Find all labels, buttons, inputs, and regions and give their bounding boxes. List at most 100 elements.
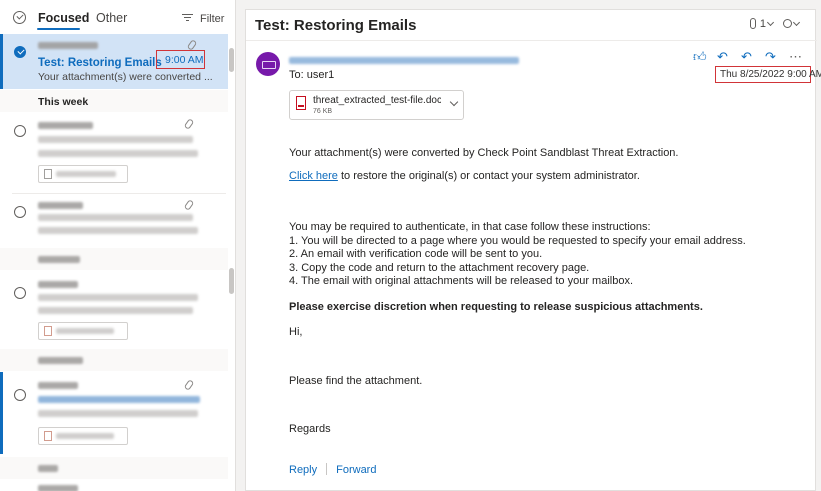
body-line-authenticate: You may be required to authenticate, in … (289, 221, 651, 233)
attachment-chip[interactable] (38, 165, 128, 183)
sender-name-redacted (38, 42, 98, 49)
preview-redacted (38, 227, 198, 234)
chevron-down-icon[interactable] (766, 18, 775, 27)
paperclip-icon (183, 118, 195, 130)
tab-focused-underline (37, 28, 80, 30)
to-line: To: user1 (289, 69, 334, 81)
list-item[interactable] (0, 196, 228, 246)
list-scrollbar-thumb[interactable] (229, 48, 234, 72)
preview-redacted (38, 410, 198, 417)
message-actions: 👍︎ ↶ ↶ ↷ ⋯ (693, 50, 803, 64)
to-label: To: (289, 69, 304, 81)
body-regards: Regards (289, 423, 331, 435)
tab-focused[interactable]: Focused (38, 11, 89, 25)
group-last-week (0, 248, 228, 270)
select-all-icon[interactable] (13, 11, 26, 24)
list-item[interactable] (0, 479, 228, 491)
subject-redacted (38, 214, 193, 221)
more-options-icon[interactable]: ⋯ (789, 50, 802, 64)
filter-icon[interactable] (182, 14, 193, 22)
body-step-4: 4. The email with original attachments w… (289, 275, 634, 287)
subject-redacted (38, 396, 200, 403)
document-icon (44, 431, 52, 441)
body-warning: Please exercise discretion when requesti… (289, 301, 703, 313)
sender-name-redacted (38, 122, 93, 129)
document-icon (44, 169, 52, 179)
page-title: Test: Restoring Emails (255, 17, 417, 34)
click-here-link[interactable]: Click here (289, 170, 338, 182)
body-step-3: 3. Copy the code and return to the attac… (289, 262, 590, 274)
zoom-icon[interactable] (783, 19, 792, 28)
body-line-converted: Your attachment(s) were converted by Che… (289, 147, 679, 159)
paperclip-icon (183, 199, 195, 211)
date-highlight-box: Thu 8/25/2022 9:00 AM (715, 66, 821, 83)
message-list: Focused Other Filter Test: Restoring Ema… (0, 0, 236, 491)
attachment-card[interactable]: threat_extracted_test-file.doc... 76 KB (289, 90, 464, 120)
attachment-name-redacted (56, 171, 116, 177)
select-circle-icon[interactable] (14, 389, 26, 401)
body-line-restore-rest: to restore the original(s) or contact yo… (337, 170, 640, 182)
document-icon (44, 326, 52, 336)
paperclip-icon (183, 379, 195, 391)
attachment-count: 1 (759, 18, 766, 30)
filter-button[interactable]: Filter (200, 13, 224, 25)
group-this-week: This week (0, 90, 228, 112)
body-find-attachment: Please find the attachment. (289, 375, 423, 387)
reply-button[interactable]: Reply (289, 464, 317, 476)
attachment-chip[interactable] (38, 427, 128, 445)
select-circle-icon[interactable] (14, 125, 26, 137)
to-recipient[interactable]: user1 (307, 69, 335, 81)
selected-check-icon[interactable] (14, 46, 26, 58)
body-greeting: Hi, (289, 326, 303, 338)
title-divider (246, 40, 817, 41)
zoom-chevron-down-icon[interactable] (792, 18, 801, 27)
select-circle-icon[interactable] (14, 206, 26, 218)
attachment-size: 76 KB (313, 108, 333, 115)
group-last-month (0, 349, 228, 371)
forward-icon[interactable]: ↷ (765, 50, 776, 64)
group-label-redacted (38, 256, 80, 263)
sender-name-redacted (38, 485, 78, 491)
forward-button[interactable]: Forward (336, 464, 376, 476)
title-toolbar: 1 (749, 18, 803, 34)
reply-icon[interactable]: ↶ (717, 50, 728, 64)
subject-redacted (38, 136, 193, 143)
like-icon[interactable]: 👍︎ (693, 50, 707, 64)
subject-redacted (38, 294, 198, 301)
attachment-name-redacted (56, 328, 114, 334)
list-divider (12, 193, 226, 194)
attachment-name: threat_extracted_test-file.doc... (313, 95, 441, 106)
sender-name-redacted (38, 202, 83, 209)
sender-name-redacted (38, 281, 78, 288)
attachment-count-icon[interactable] (749, 18, 756, 29)
selected-message-subject: Test: Restoring Emails (38, 57, 162, 69)
group-older (0, 457, 228, 479)
list-item[interactable] (0, 113, 228, 191)
outlook-window: Focused Other Filter Test: Restoring Ema… (0, 0, 821, 491)
body-line-restore: Click here to restore the original(s) or… (289, 170, 640, 182)
sender-name-redacted (38, 382, 78, 389)
reply-links: Reply Forward (289, 463, 376, 476)
reading-pane: Test: Restoring Emails 1 To: user1 👍︎ ↶ … (245, 9, 821, 491)
group-label-redacted (38, 357, 83, 364)
list-scrollbar-thumb-2[interactable] (229, 268, 234, 294)
list-item-unread[interactable] (0, 372, 228, 454)
preview-redacted (38, 307, 193, 314)
attachment-chevron-down-icon[interactable] (449, 97, 459, 107)
tab-other[interactable]: Other (96, 11, 127, 25)
avatar[interactable] (256, 52, 280, 76)
list-item[interactable] (0, 271, 228, 346)
selected-message-preview: Your attachment(s) were converted ... (38, 71, 213, 83)
pdf-file-icon (296, 96, 306, 110)
selected-message-time: 9:00 AM (165, 54, 204, 66)
group-label-redacted (38, 465, 58, 472)
sender-redacted (289, 57, 519, 64)
select-circle-icon[interactable] (14, 287, 26, 299)
body-step-1: 1. You will be directed to a page where … (289, 235, 746, 247)
preview-redacted (38, 150, 198, 157)
attachment-name-redacted (56, 433, 114, 439)
attachment-chip[interactable] (38, 322, 128, 340)
reply-divider (326, 463, 328, 475)
message-date: Thu 8/25/2022 9:00 AM (720, 69, 821, 80)
reply-all-icon[interactable]: ↶ (741, 50, 752, 64)
